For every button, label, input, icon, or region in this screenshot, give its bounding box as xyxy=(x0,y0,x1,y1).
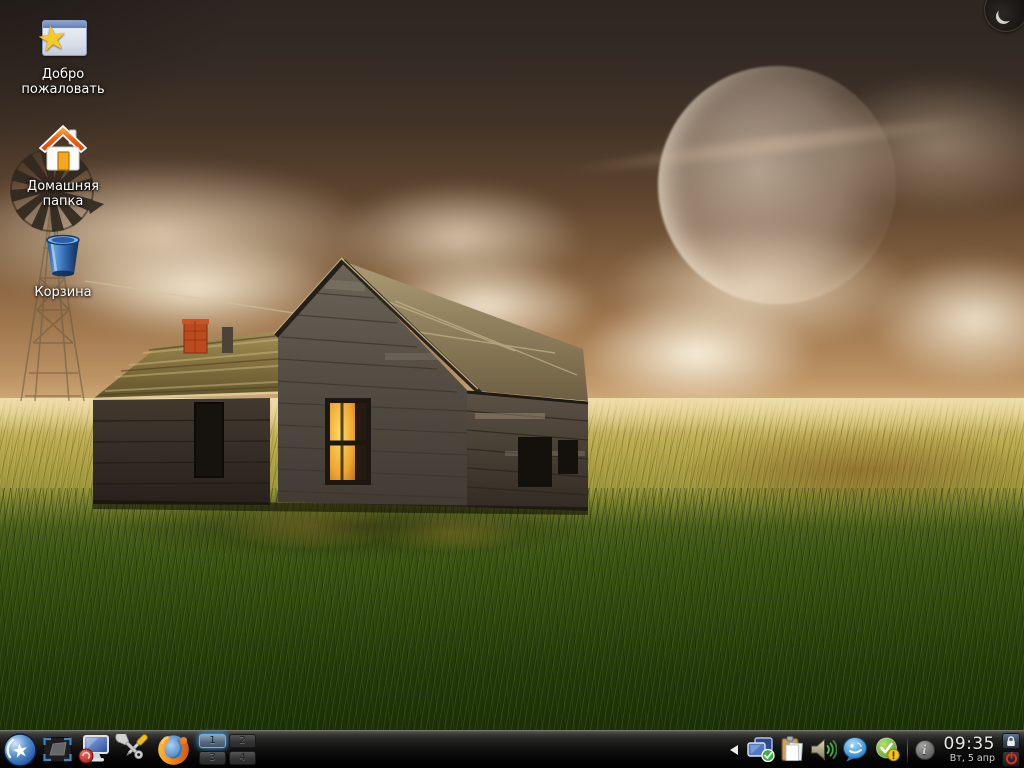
notifications-button[interactable]: i xyxy=(915,740,935,760)
computer-monitor-icon xyxy=(78,735,110,764)
digital-clock[interactable]: 09:35 Вт, 5 апр xyxy=(944,736,996,764)
taskbar-panel: ★ xyxy=(0,730,1024,768)
trash-bin-icon xyxy=(43,234,83,276)
network-tray-button[interactable] xyxy=(746,737,775,762)
leave-power-button[interactable] xyxy=(1002,751,1020,767)
lock-screen-button[interactable] xyxy=(1002,733,1020,749)
welcome-window-star-icon: ★ xyxy=(39,20,87,60)
session-buttons xyxy=(1002,733,1020,767)
icon-label: Корзина xyxy=(8,285,118,300)
system-tools-button[interactable] xyxy=(115,734,151,765)
pager-desktop-3[interactable]: 3 xyxy=(199,751,226,765)
cloud xyxy=(580,296,815,411)
pager-desktop-4[interactable]: 4 xyxy=(229,751,256,765)
clock-time: 09:35 xyxy=(944,736,996,753)
updates-tray-button[interactable] xyxy=(875,737,900,762)
info-icon: i xyxy=(922,743,927,757)
foreground-grass xyxy=(0,488,1024,768)
pager-desktop-2[interactable]: 2 xyxy=(229,734,256,748)
speaker-volume-icon xyxy=(810,738,837,761)
icon-label: Домашняя папка xyxy=(8,179,118,209)
chat-bubble-icon xyxy=(842,737,870,762)
icon-label: Добро пожаловать xyxy=(8,67,118,97)
desktop-icon-welcome[interactable]: ★ Добро пожаловать xyxy=(8,20,118,97)
padlock-icon xyxy=(1005,735,1017,747)
launcher-star-icon: ★ xyxy=(3,733,37,767)
computer-button[interactable] xyxy=(78,735,110,764)
volume-tray-button[interactable] xyxy=(810,738,837,761)
network-monitors-icon xyxy=(746,737,775,762)
tray-expander-button[interactable] xyxy=(727,739,741,761)
clock-date: Вт, 5 апр xyxy=(950,753,995,764)
power-icon xyxy=(1005,752,1018,765)
arrow-left-icon xyxy=(730,745,738,755)
desktop-icon-trash[interactable]: Корзина xyxy=(8,234,118,300)
firefox-icon xyxy=(156,732,191,767)
updates-check-icon xyxy=(875,737,900,762)
show-desktop-button[interactable] xyxy=(42,736,73,763)
svg-text:★: ★ xyxy=(10,739,30,763)
clipboard-tray-button[interactable] xyxy=(780,736,805,763)
tray-separator xyxy=(907,737,908,763)
desktop-icon-home-folder[interactable]: Домашняя папка xyxy=(8,124,118,209)
home-house-icon xyxy=(37,124,89,176)
app-launcher-button[interactable]: ★ xyxy=(3,733,37,767)
firefox-button[interactable] xyxy=(156,732,191,767)
clipboard-icon xyxy=(780,736,805,763)
kde-desktop: ★ Добро пожаловать Домашняя папка xyxy=(0,0,1024,768)
virtual-desktop-pager: 1 2 3 4 xyxy=(199,734,256,765)
pager-desktop-1[interactable]: 1 xyxy=(199,734,226,748)
show-desktop-icon xyxy=(42,736,73,763)
tools-wrench-screwdriver-icon xyxy=(115,734,151,765)
farmhouse xyxy=(85,253,590,528)
messenger-tray-button[interactable] xyxy=(842,737,870,762)
